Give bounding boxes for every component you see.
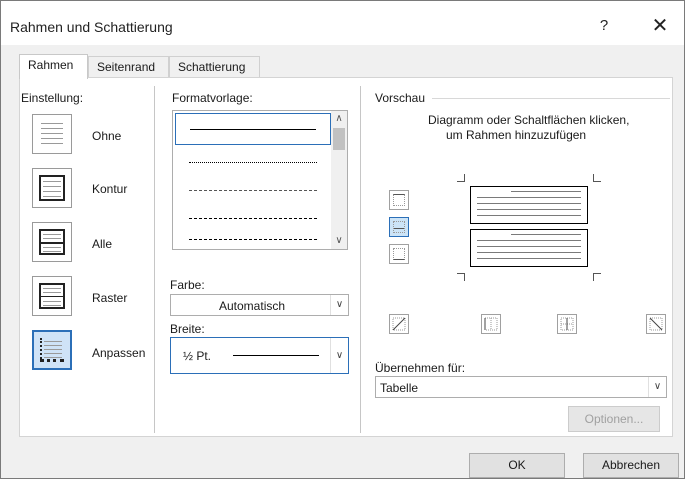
options-button[interactable]: Optionen... [568, 406, 660, 432]
border-grid-icon [39, 283, 65, 309]
top-border-button[interactable] [389, 190, 409, 210]
width-value: ½ Pt. [183, 349, 212, 363]
title-bar: Rahmen und Schattierung ? ✕ [1, 1, 684, 45]
setting-all-label[interactable]: Alle [92, 237, 112, 251]
line-style-solid[interactable] [175, 113, 331, 145]
setting-custom-label[interactable]: Anpassen [92, 346, 145, 360]
border-bottom-icon [393, 248, 405, 260]
border-inside-horizontal-icon [393, 221, 405, 233]
left-border-button[interactable] [481, 314, 501, 334]
setting-custom-button[interactable] [32, 330, 72, 370]
setting-grid-label[interactable]: Raster [92, 291, 127, 305]
style-heading: Formatvorlage: [172, 91, 253, 105]
chevron-up-icon[interactable]: ∧ [331, 111, 347, 127]
help-button[interactable]: ? [589, 13, 619, 39]
width-sample-line [233, 355, 319, 356]
tab-seitenrand-label: Seitenrand [97, 60, 156, 74]
chevron-down-icon[interactable]: ∨ [331, 233, 347, 249]
border-none-icon [39, 121, 65, 147]
corner-mark [593, 174, 601, 182]
chevron-down-icon[interactable]: ∨ [648, 377, 666, 397]
border-all-icon [39, 229, 65, 255]
line-style-list[interactable]: ∧ ∨ [172, 110, 348, 250]
apply-to-label: Übernehmen für: [375, 361, 466, 375]
preview-hint-line2: um Rahmen hinzuzufügen [446, 128, 587, 142]
width-dropdown[interactable]: ½ Pt. ∨ [170, 337, 349, 374]
preview-hint-line1: Diagramm oder Schaltflächen klicken, [428, 113, 630, 127]
bottom-border-button[interactable] [389, 244, 409, 264]
ok-button[interactable]: OK [469, 453, 565, 478]
preview-heading-rule [432, 98, 670, 99]
chevron-down-icon[interactable]: ∨ [330, 295, 348, 315]
color-dropdown[interactable]: Automatisch ∨ [170, 294, 349, 316]
color-label: Farbe: [170, 278, 205, 292]
apply-to-value: Tabelle [380, 381, 419, 395]
border-box-icon [39, 175, 65, 201]
dialog-title: Rahmen und Schattierung [10, 19, 173, 35]
corner-mark [457, 174, 465, 182]
tab-seitenrand[interactable]: Seitenrand [88, 56, 169, 78]
inside-horizontal-border-button[interactable] [389, 217, 409, 237]
diagonal-up-border-button[interactable] [389, 314, 409, 334]
diagonal-down-icon [649, 317, 663, 331]
tab-schattierung[interactable]: Schattierung [169, 56, 260, 78]
border-inside-vertical-icon [560, 317, 574, 331]
settings-heading: Einstellung: [21, 91, 84, 105]
column-divider-left [154, 86, 155, 433]
color-value: Automatisch [219, 299, 286, 313]
corner-mark [593, 273, 601, 281]
tab-panel-rahmen: Einstellung: Ohne Kontur Alle Raster Anp… [19, 77, 673, 437]
scroll-thumb[interactable] [333, 128, 345, 150]
corner-mark [457, 273, 465, 281]
border-top-icon [393, 194, 405, 206]
column-divider-right [360, 86, 361, 433]
setting-box-label[interactable]: Kontur [92, 182, 127, 196]
border-custom-icon [40, 338, 64, 362]
setting-none-button[interactable] [32, 114, 72, 154]
tab-rahmen[interactable]: Rahmen [19, 54, 88, 79]
preview-heading: Vorschau [375, 91, 426, 105]
apply-to-dropdown[interactable]: Tabelle ∨ [375, 376, 667, 398]
tab-rahmen-label: Rahmen [28, 58, 74, 72]
diagonal-up-icon [392, 317, 406, 331]
close-button[interactable]: ✕ [639, 11, 681, 41]
borders-shading-dialog: Rahmen und Schattierung ? ✕ Rahmen Seite… [0, 0, 685, 479]
inside-vertical-border-button[interactable] [557, 314, 577, 334]
style-list-scrollbar[interactable]: ∧ ∨ [331, 111, 347, 249]
tab-schattierung-label: Schattierung [178, 60, 246, 74]
preview-cell-top[interactable] [470, 186, 588, 224]
line-style-dash-dot[interactable] [175, 231, 331, 249]
setting-none-label[interactable]: Ohne [92, 129, 121, 143]
setting-box-button[interactable] [32, 168, 72, 208]
width-label: Breite: [170, 322, 205, 336]
cancel-button[interactable]: Abbrechen [583, 453, 679, 478]
setting-grid-button[interactable] [32, 276, 72, 316]
preview-cell-bottom[interactable] [470, 229, 588, 267]
setting-all-button[interactable] [32, 222, 72, 262]
chevron-down-icon[interactable]: ∨ [330, 338, 348, 373]
diagonal-down-border-button[interactable] [646, 314, 666, 334]
border-left-icon [484, 317, 498, 331]
